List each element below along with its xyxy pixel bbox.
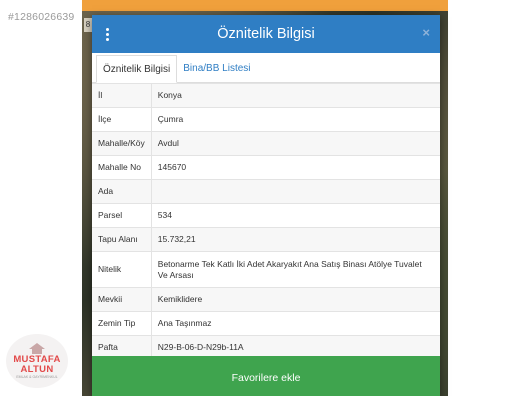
agency-logo: MUSTAFA ALTUN EMLAK & GAYRİMENKUL — [6, 334, 68, 388]
tab-bar: Öznitelik Bilgisi Bina/BB Listesi — [92, 54, 440, 83]
table-row: İlçe Çumra — [92, 107, 440, 132]
row-value: 15.732,21 — [151, 227, 440, 252]
row-key: Ada — [92, 179, 152, 204]
row-key: Parsel — [92, 203, 152, 228]
row-key: Pafta — [92, 335, 152, 356]
map-tag: 8 — [84, 18, 92, 32]
table-row: Parsel 534 — [92, 203, 440, 228]
menu-kebab-icon[interactable] — [92, 15, 122, 53]
logo-line1: MUSTAFA — [13, 353, 61, 365]
row-value: Çumra — [151, 107, 440, 132]
row-value: Avdul — [151, 131, 440, 156]
row-key: İl — [92, 83, 152, 108]
row-key: Mahalle/Köy — [92, 131, 152, 156]
table-row: İl Konya — [92, 83, 440, 108]
row-key: Mevkii — [92, 287, 152, 312]
row-value: 534 — [151, 203, 440, 228]
row-value: Konya — [151, 83, 440, 108]
tab-attribute-info[interactable]: Öznitelik Bilgisi — [96, 55, 178, 83]
add-to-favorites-button[interactable]: Favorilere ekle — [92, 356, 440, 396]
attribute-table-wrap[interactable]: İl Konya İlçe Çumra Mahalle/Köy Avdul Ma… — [92, 83, 440, 356]
row-value: Betonarme Tek Katlı İki Adet Akaryakıt A… — [151, 251, 440, 288]
row-value: N29-B-06-D-N29b-11A — [151, 335, 440, 356]
row-key: Tapu Alanı — [92, 227, 152, 252]
row-key: İlçe — [92, 107, 152, 132]
table-row: Tapu Alanı 15.732,21 — [92, 227, 440, 252]
logo-line2: ALTUN — [20, 363, 54, 375]
attribute-info-modal: Öznitelik Bilgisi × Öznitelik Bilgisi Bi… — [92, 15, 440, 396]
house-icon — [29, 342, 45, 354]
table-row: Ada — [92, 179, 440, 204]
row-value: Kemiklidere — [151, 287, 440, 312]
watermark-id: #1286026639 — [8, 11, 75, 23]
logo-line3: EMLAK & GAYRİMENKUL — [16, 374, 58, 379]
table-row: Pafta N29-B-06-D-N29b-11A — [92, 335, 440, 356]
row-value — [151, 179, 440, 204]
add-to-favorites-label: Favorilere ekle — [231, 372, 301, 384]
table-row: Nitelik Betonarme Tek Katlı İki Adet Aka… — [92, 251, 440, 288]
row-value: 145670 — [151, 155, 440, 180]
close-icon[interactable]: × — [422, 26, 430, 40]
map-top-strip — [82, 0, 448, 11]
tab-building-list[interactable]: Bina/BB Listesi — [177, 54, 256, 82]
modal-title: Öznitelik Bilgisi — [217, 26, 315, 42]
row-key: Nitelik — [92, 251, 152, 288]
table-row: Mahalle No 145670 — [92, 155, 440, 180]
table-row: Mahalle/Köy Avdul — [92, 131, 440, 156]
table-row: Mevkii Kemiklidere — [92, 287, 440, 312]
table-row: Zemin Tip Ana Taşınmaz — [92, 311, 440, 336]
row-key: Zemin Tip — [92, 311, 152, 336]
row-key: Mahalle No — [92, 155, 152, 180]
attribute-table: İl Konya İlçe Çumra Mahalle/Köy Avdul Ma… — [92, 83, 440, 356]
modal-header: Öznitelik Bilgisi × — [92, 15, 440, 53]
row-value: Ana Taşınmaz — [151, 311, 440, 336]
